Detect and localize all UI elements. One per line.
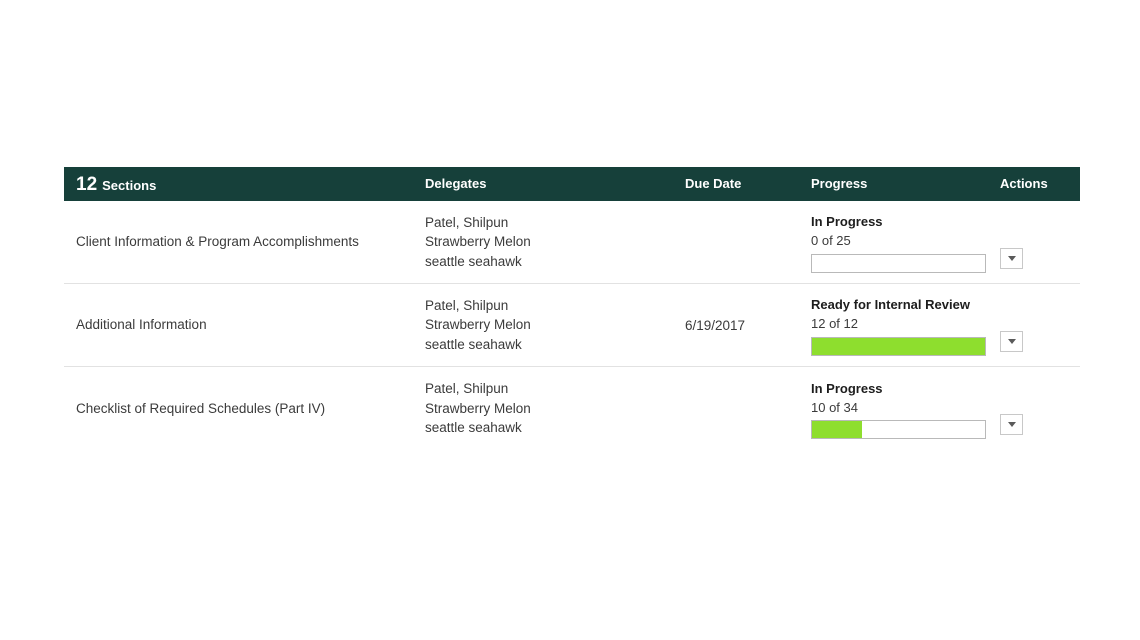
table-row: Additional Information Patel, Shilpun Stra…: [64, 284, 1080, 367]
due-date: [685, 367, 811, 450]
progress-status: In Progress: [811, 214, 883, 230]
actions-cell: [1000, 284, 1080, 366]
sections-count: 12: [76, 173, 98, 195]
delegate-name: Strawberry Melon: [425, 317, 531, 333]
chevron-down-icon: [1007, 255, 1016, 261]
progress-bar: [811, 253, 986, 273]
progress-bar-fill: [812, 337, 985, 355]
row-actions-dropdown-button[interactable]: [1000, 414, 1023, 435]
table-row: Checklist of Required Schedules (Part IV…: [64, 367, 1080, 450]
delegate-name: seattle seahawk: [425, 336, 522, 352]
column-header-delegates-label: Delegates: [425, 176, 487, 191]
sections-table: 12 Sections Delegates Due Date Progress …: [64, 167, 1080, 450]
table-row: Client Information & Program Accomplishm…: [64, 201, 1080, 284]
progress-bar-fill: [812, 421, 863, 439]
row-actions-dropdown-button[interactable]: [1000, 247, 1023, 269]
section-name[interactable]: Client Information & Program Accomplishm…: [64, 201, 425, 283]
column-header-actions-label: Actions: [1000, 176, 1048, 191]
actions-cell: [1000, 367, 1080, 450]
table-header-row: 12 Sections Delegates Due Date Progress …: [64, 167, 1080, 201]
progress-cell: Ready for Internal Review 12 of 12: [811, 284, 1000, 366]
sections-count-label: Sections: [102, 177, 157, 193]
progress-count: 12 of 12: [811, 316, 858, 331]
delegate-name: seattle seahawk: [425, 253, 522, 269]
chevron-down-icon: [1007, 422, 1016, 427]
delegate-name: Strawberry Melon: [425, 234, 531, 250]
column-header-sections: 12 Sections: [64, 175, 425, 194]
due-date: 6/19/2017: [685, 317, 746, 333]
column-header-delegates: Delegates: [425, 175, 685, 193]
column-header-due-date: Due Date: [685, 175, 811, 193]
delegate-name: Patel, Shilpun: [425, 381, 509, 397]
section-name[interactable]: Checklist of Required Schedules (Part IV…: [64, 367, 425, 450]
progress-status: Ready for Internal Review: [811, 297, 970, 313]
progress-count: 10 of 34: [811, 399, 858, 415]
delegates-list: Patel, Shilpun Strawberry Melon seattle se…: [425, 367, 685, 450]
delegates-list: Patel, Shilpun Strawberry Melon seattle se…: [425, 284, 685, 366]
delegates-list: Patel, Shilpun Strawberry Melon seattle se…: [425, 201, 685, 283]
progress-cell: In Progress 0 of 25: [811, 201, 1000, 283]
chevron-down-icon: [1007, 338, 1016, 344]
delegate-name: Patel, Shilpun: [425, 297, 509, 313]
progress-status: In Progress: [811, 380, 883, 396]
progress-bar: [811, 420, 986, 440]
delegate-name: seattle seahawk: [425, 420, 522, 436]
column-header-progress: Progress: [811, 175, 1000, 193]
progress-bar: [811, 336, 986, 356]
column-header-due-date-label: Due Date: [685, 176, 742, 191]
delegate-name: Strawberry Melon: [425, 400, 531, 416]
column-header-actions: Actions: [1000, 175, 1080, 193]
section-name[interactable]: Additional Information: [64, 284, 425, 366]
delegate-name: Patel, Shilpun: [425, 214, 509, 230]
progress-count: 0 of 25: [811, 233, 851, 248]
due-date: [685, 201, 811, 283]
actions-cell: [1000, 201, 1080, 283]
progress-cell: In Progress 10 of 34: [811, 367, 1000, 450]
column-header-progress-label: Progress: [811, 176, 868, 191]
row-actions-dropdown-button[interactable]: [1000, 330, 1023, 352]
table-body: Client Information & Program Accomplishm…: [64, 201, 1080, 450]
